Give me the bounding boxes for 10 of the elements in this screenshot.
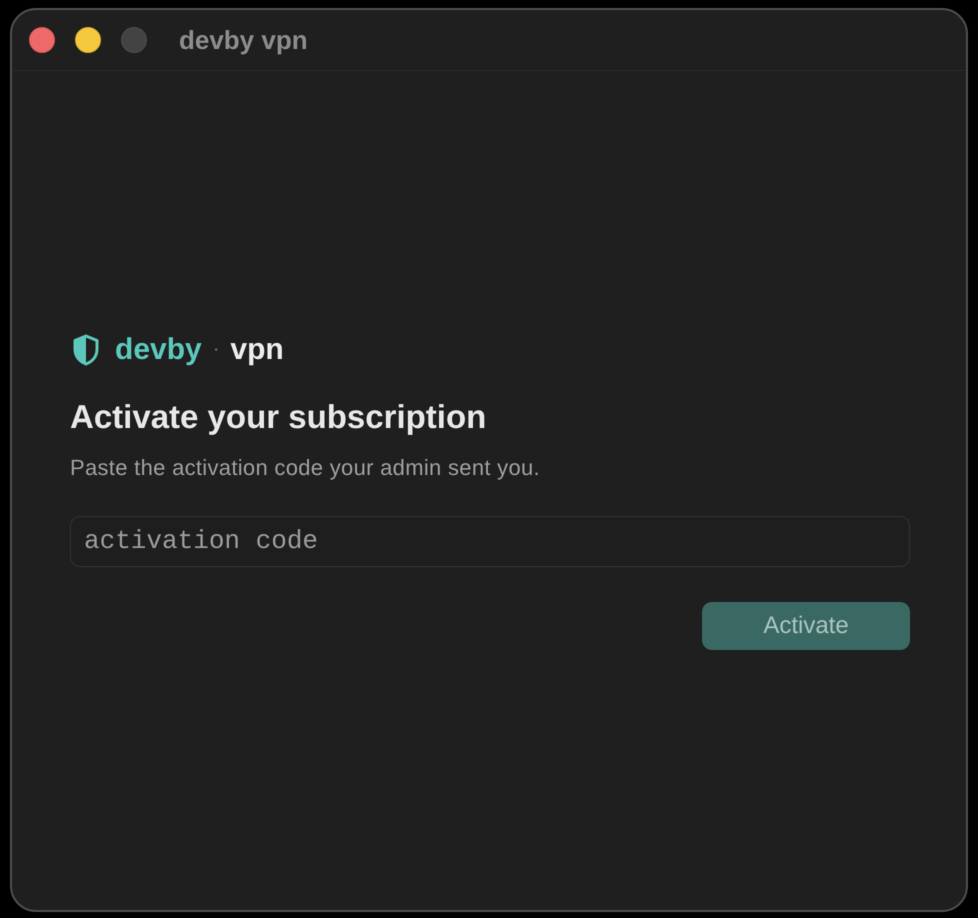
instruction-text: Paste the activation code your admin sent you.	[70, 454, 541, 480]
window-title: devby vpn	[179, 24, 308, 56]
close-button[interactable]	[29, 27, 55, 53]
brand-product: vpn	[230, 332, 284, 366]
shield-icon	[73, 334, 99, 366]
activation-code-field[interactable]: activation code	[70, 516, 910, 566]
page-heading: Activate your subscription	[70, 398, 488, 436]
minimize-button[interactable]	[75, 27, 101, 53]
brand-separator: ·	[212, 338, 220, 361]
brand-name: devby	[115, 332, 202, 366]
